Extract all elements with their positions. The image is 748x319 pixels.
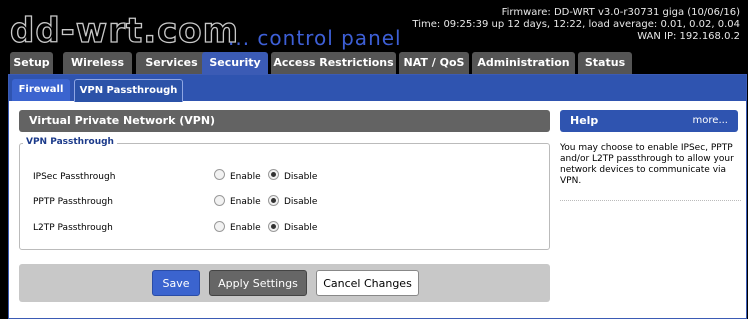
help-text: You may choose to enable IPSec, PPTP and… <box>560 143 734 186</box>
pptp-disable-radio[interactable] <box>268 195 279 206</box>
fieldset-legend: VPN Passthrough <box>23 137 117 147</box>
help-title: Help <box>570 114 599 127</box>
ipsec-enable-radio[interactable] <box>214 169 225 180</box>
tab-security[interactable]: Security <box>202 52 268 76</box>
control-panel-tagline: ... control panel <box>228 26 402 50</box>
subtab-vpn-passthrough[interactable]: VPN Passthrough <box>74 79 183 102</box>
dd-wrt-logo[interactable]: dd-wrt.com <box>9 13 239 48</box>
subtab-firewall[interactable]: Firewall <box>12 79 70 101</box>
tab-wireless[interactable]: Wireless <box>63 52 132 74</box>
save-button[interactable]: Save <box>152 270 200 296</box>
l2tp-disable-label: Disable <box>284 223 318 233</box>
ipsec-disable-radio[interactable] <box>268 169 279 180</box>
header: dd-wrt.com ... control panel Firmware: D… <box>0 0 748 50</box>
wan-ip: WAN IP: 192.168.0.2 <box>637 31 740 42</box>
tab-status[interactable]: Status <box>578 52 632 74</box>
pptp-disable-label: Disable <box>284 197 318 207</box>
firmware-info: Firmware: DD-WRT v3.0-r30731 giga (10/06… <box>412 7 740 43</box>
tab-administration[interactable]: Administration <box>472 52 575 74</box>
subtab-bar: Firewall VPN Passthrough <box>9 75 746 102</box>
pptp-passthrough-label: PPTP Passthrough <box>33 197 113 207</box>
ipsec-passthrough-label: IPSec Passthrough <box>33 172 116 182</box>
l2tp-enable-label: Enable <box>230 223 261 233</box>
uptime-info: Time: 09:25:39 up 12 days, 12:22, load a… <box>412 19 740 30</box>
pptp-enable-radio[interactable] <box>214 195 225 206</box>
help-header: Help more... <box>560 110 738 132</box>
l2tp-disable-radio[interactable] <box>268 221 279 232</box>
apply-settings-button[interactable]: Apply Settings <box>209 270 307 296</box>
tab-setup[interactable]: Setup <box>10 52 53 74</box>
ipsec-disable-label: Disable <box>284 172 318 182</box>
tab-nat-qos[interactable]: NAT / QoS <box>399 52 469 74</box>
l2tp-passthrough-label: L2TP Passthrough <box>33 223 113 233</box>
firmware-version: Firmware: DD-WRT v3.0-r30731 giga (10/06… <box>501 7 740 18</box>
pptp-enable-label: Enable <box>230 197 261 207</box>
help-more-link[interactable]: more... <box>693 110 728 132</box>
tab-services[interactable]: Services <box>136 52 207 74</box>
content-panel: Firewall VPN Passthrough Virtual Private… <box>8 74 747 319</box>
cancel-changes-button[interactable]: Cancel Changes <box>316 270 419 296</box>
section-title: Virtual Private Network (VPN) <box>19 110 550 132</box>
help-divider <box>560 200 741 201</box>
l2tp-enable-radio[interactable] <box>214 221 225 232</box>
tab-access-restrictions[interactable]: Access Restrictions <box>271 52 396 74</box>
ipsec-enable-label: Enable <box>230 172 261 182</box>
